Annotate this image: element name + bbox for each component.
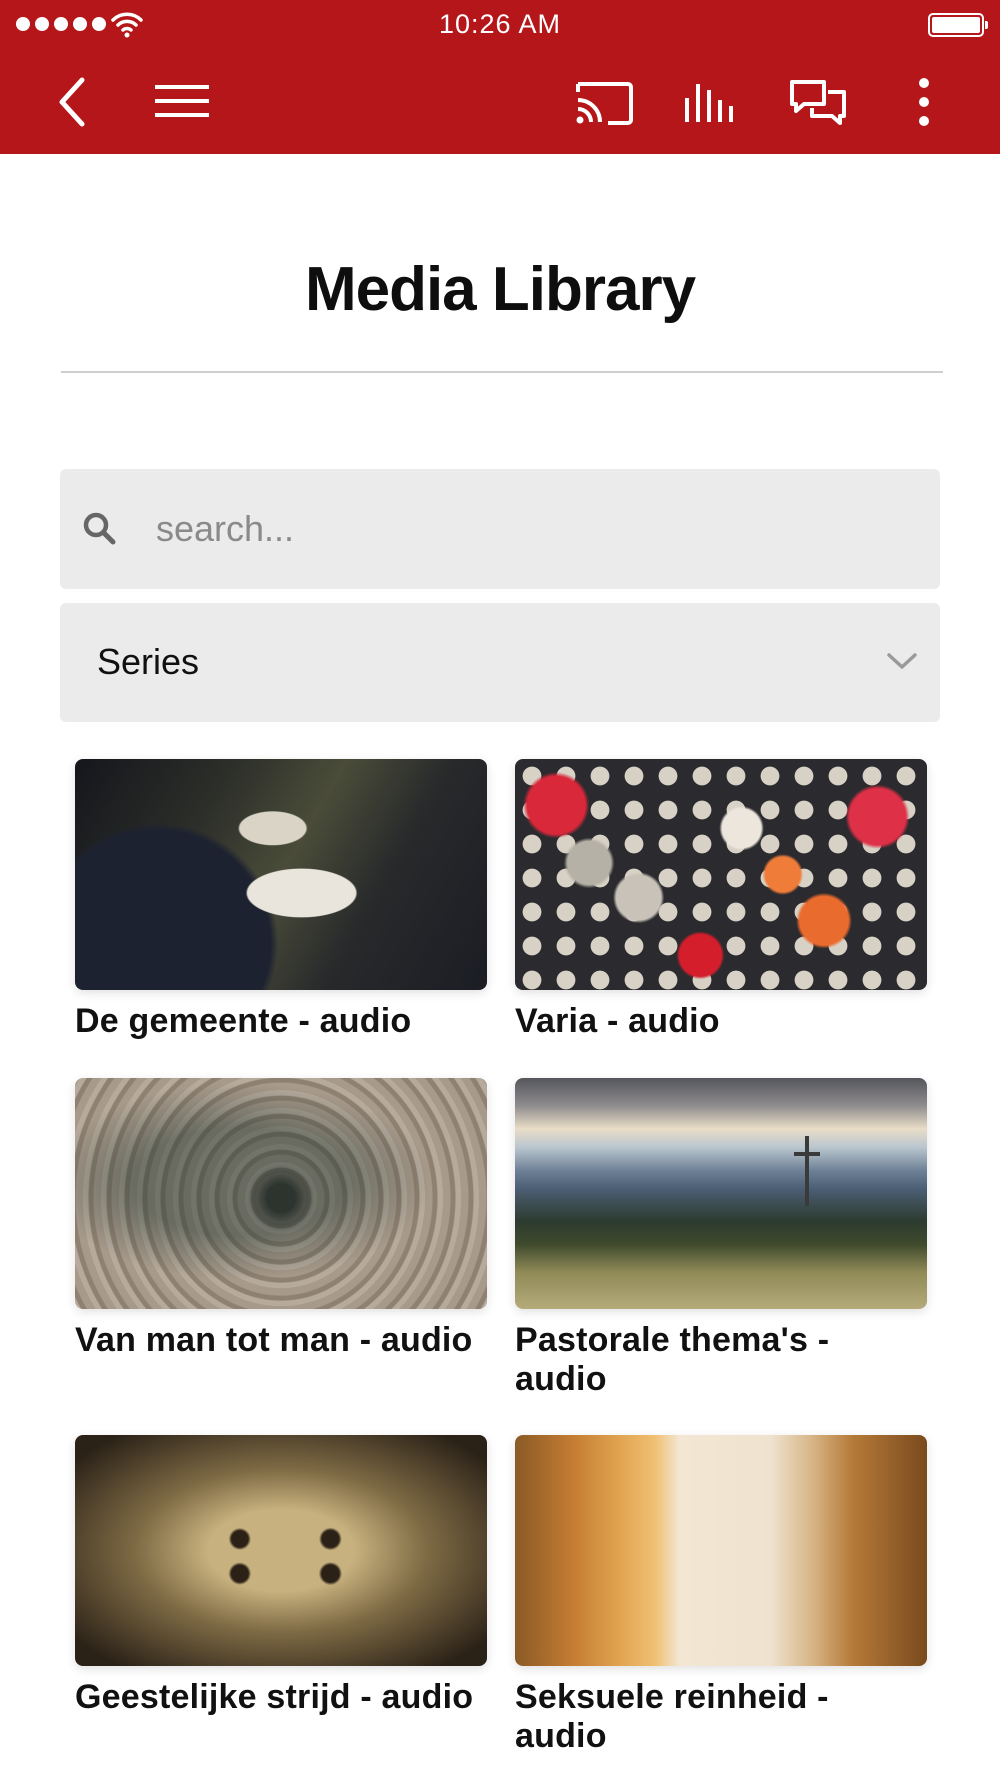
title-divider (61, 371, 943, 373)
media-card[interactable]: Van man tot man - audio (75, 1078, 487, 1360)
media-title: Geestelijke strijd - audio (75, 1678, 474, 1716)
search-box[interactable] (60, 469, 940, 589)
hamburger-menu-icon (155, 85, 209, 117)
cast-icon (576, 82, 633, 125)
media-card[interactable]: Seksuele reinheid - audio (515, 1435, 927, 1756)
media-card[interactable]: Pastorale thema's - audio (515, 1078, 927, 1399)
chevron-down-icon (887, 653, 917, 669)
search-input[interactable] (144, 489, 924, 569)
search-icon (83, 512, 116, 545)
media-title: De gemeente - audio (75, 1002, 412, 1040)
media-card[interactable]: De gemeente - audio (75, 759, 487, 1041)
media-thumbnail (515, 1435, 927, 1666)
more-vertical-icon (919, 78, 929, 126)
media-title: Seksuele reinheid - audio (515, 1678, 829, 1755)
media-thumbnail (75, 759, 487, 990)
battery-icon (928, 13, 988, 37)
media-thumbnail (515, 759, 927, 990)
chat-bubbles-icon (790, 80, 846, 125)
status-bar: 10:26 AM (0, 0, 1000, 52)
audio-bars-icon (685, 84, 733, 122)
select-value: Series (97, 641, 200, 682)
media-title: Varia - audio (515, 1002, 720, 1040)
audio-button[interactable] (678, 70, 742, 134)
media-thumbnail (515, 1078, 927, 1309)
menu-button[interactable] (150, 70, 214, 134)
cast-button[interactable] (572, 70, 636, 134)
more-options-button[interactable] (892, 70, 956, 134)
media-card[interactable]: Varia - audio (515, 759, 927, 1041)
status-time: 10:26 AM (438, 9, 562, 39)
back-button[interactable] (42, 70, 106, 134)
media-thumbnail (75, 1435, 487, 1666)
chevron-left-icon (59, 77, 85, 127)
media-card[interactable]: Geestelijke strijd - audio (75, 1435, 487, 1717)
media-thumbnail (75, 1078, 487, 1309)
chat-button[interactable] (786, 70, 850, 134)
app-header: 10:26 AM (0, 0, 1000, 154)
media-title: Pastorale thema's - audio (515, 1321, 830, 1398)
page-title: Media Library (304, 255, 696, 324)
media-title: Van man tot man - audio (75, 1321, 473, 1359)
series-select[interactable]: Series (60, 603, 940, 722)
